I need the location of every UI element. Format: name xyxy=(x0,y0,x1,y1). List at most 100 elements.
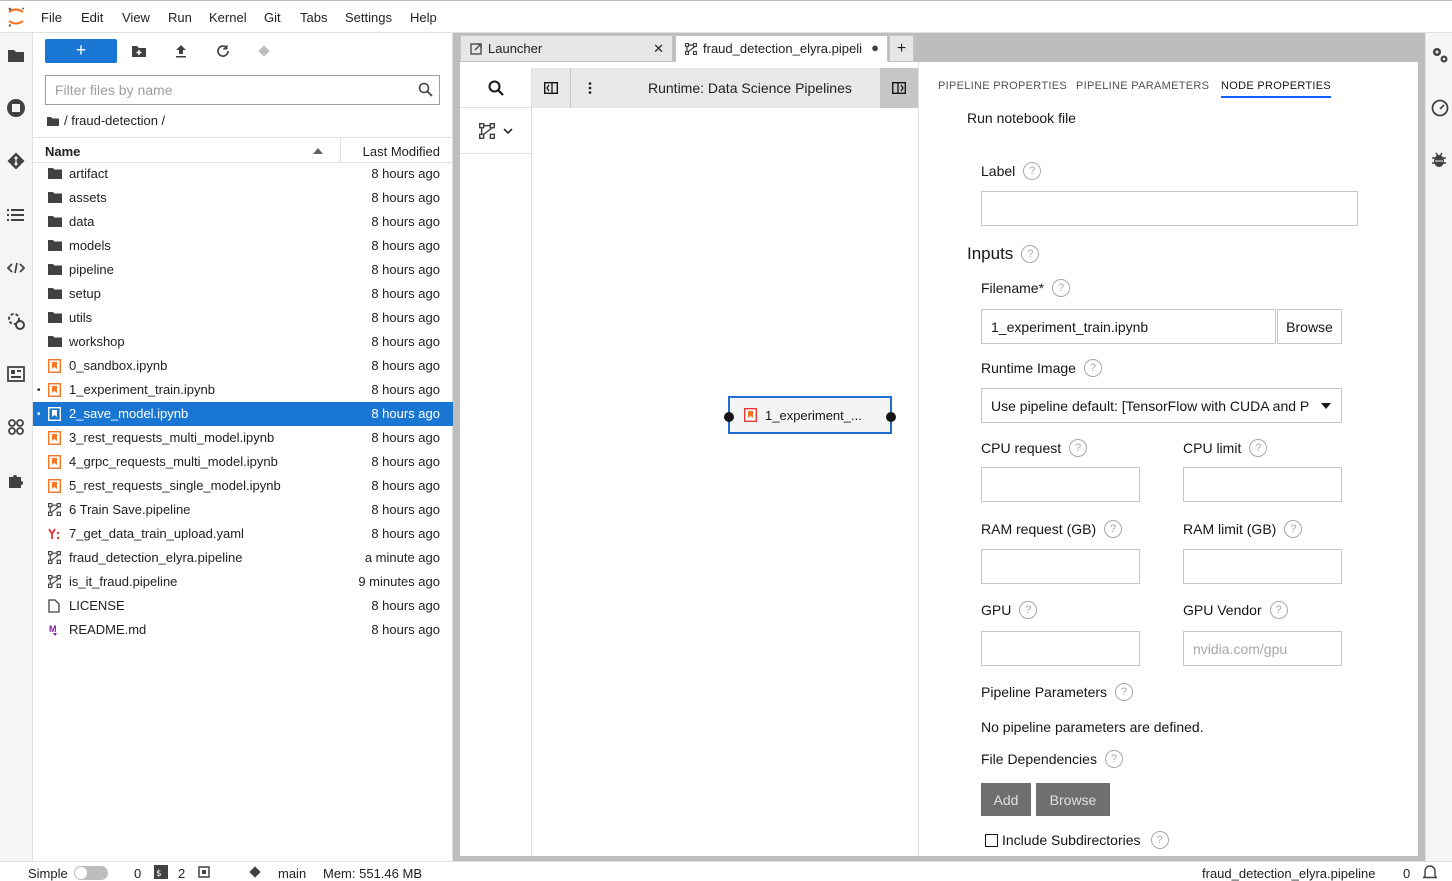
palette-category-dropdown[interactable] xyxy=(460,108,531,154)
help-icon[interactable]: ? xyxy=(1150,831,1169,849)
help-icon[interactable]: ? xyxy=(1115,683,1134,701)
tab-pipeline-properties[interactable]: PIPELINE PROPERTIES xyxy=(938,80,1067,92)
property-inspector-icon[interactable] xyxy=(1431,46,1449,64)
filter-files-field[interactable] xyxy=(45,75,440,105)
running-icon[interactable] xyxy=(4,96,28,120)
include-subdirectories-checkbox[interactable] xyxy=(985,833,998,847)
help-icon[interactable]: ? xyxy=(1284,520,1303,538)
sort-ascending-icon[interactable] xyxy=(313,148,323,154)
file-row[interactable]: assets 8 hours ago xyxy=(33,186,453,210)
table-of-contents-icon[interactable] xyxy=(4,203,28,227)
filename-browse-button[interactable]: Browse xyxy=(1277,309,1342,344)
include-subdirectories-option[interactable]: Include Subdirectories ? xyxy=(985,831,1169,849)
filename-input[interactable]: 1_experiment_train.ipynb xyxy=(981,309,1276,344)
home-folder-icon[interactable] xyxy=(47,116,59,126)
column-separator[interactable] xyxy=(340,138,341,162)
file-row[interactable]: pipeline 8 hours ago xyxy=(33,258,453,282)
help-icon[interactable]: ? xyxy=(1069,439,1088,457)
resource-usage-icon[interactable] xyxy=(1431,99,1449,117)
menu-git[interactable]: Git xyxy=(264,10,281,25)
help-icon[interactable]: ? xyxy=(1019,601,1038,619)
ram-request-input[interactable] xyxy=(981,549,1140,584)
toggle-palette-icon[interactable] xyxy=(532,68,570,108)
notification-count[interactable]: 0 xyxy=(1403,866,1410,881)
kernel-count[interactable]: 0 xyxy=(134,866,141,881)
menu-kernel[interactable]: Kernel xyxy=(209,10,247,25)
gpu-vendor-input[interactable]: nvidia.com/gpu xyxy=(1183,631,1342,666)
close-tab-icon[interactable]: ✕ xyxy=(653,41,664,57)
file-row[interactable]: data 8 hours ago xyxy=(33,210,453,234)
file-row[interactable]: fraud_detection_elyra.pipeline a minute a… xyxy=(33,546,453,570)
folder-icon[interactable] xyxy=(4,43,28,67)
file-row[interactable]: setup 8 hours ago xyxy=(33,282,453,306)
help-icon[interactable]: ? xyxy=(1083,359,1102,377)
help-icon[interactable]: ? xyxy=(1023,162,1042,180)
runtimes-icon[interactable] xyxy=(4,309,28,333)
file-row[interactable]: models 8 hours ago xyxy=(33,234,453,258)
file-row[interactable]: workshop 8 hours ago xyxy=(33,330,453,354)
cpu-request-input[interactable] xyxy=(981,467,1140,502)
refresh-icon[interactable] xyxy=(210,40,236,62)
menu-settings[interactable]: Settings xyxy=(345,10,392,25)
file-row[interactable]: 5_rest_requests_single_model.ipynb 8 hour… xyxy=(33,474,453,498)
filter-files-input[interactable] xyxy=(46,76,406,104)
help-icon[interactable]: ? xyxy=(1104,750,1123,768)
file-row[interactable]: 7_get_data_train_upload.yaml 8 hours ago xyxy=(33,522,453,546)
file-row[interactable]: 0_sandbox.ipynb 8 hours ago xyxy=(33,354,453,378)
tab-node-properties[interactable]: NODE PROPERTIES xyxy=(1221,80,1332,98)
git-clone-icon[interactable] xyxy=(251,40,277,62)
help-icon[interactable]: ? xyxy=(1104,520,1123,538)
simple-mode-toggle[interactable] xyxy=(74,866,108,880)
tab-fraud-detection-pipeline[interactable]: fraud_detection_elyra.pipeli ● xyxy=(675,35,888,62)
file-row[interactable]: is_it_fraud.pipeline 9 minutes ago xyxy=(33,570,453,594)
help-icon[interactable]: ? xyxy=(1052,279,1071,297)
extensions-icon[interactable] xyxy=(4,468,28,492)
terminal-count[interactable]: 2 xyxy=(178,866,185,881)
menu-run[interactable]: Run xyxy=(168,10,192,25)
breadcrumb-path[interactable]: / fraud-detection / xyxy=(64,113,165,128)
file-row[interactable]: • 2_save_model.ipynb 8 hours ago xyxy=(33,402,453,426)
git-branch-name[interactable]: main xyxy=(278,866,306,881)
unsaved-indicator-icon[interactable]: ● xyxy=(871,40,879,55)
file-row[interactable]: utils 8 hours ago xyxy=(33,306,453,330)
git-icon[interactable] xyxy=(4,149,28,173)
file-row[interactable]: • 1_experiment_train.ipynb 8 hours ago xyxy=(33,378,453,402)
upload-icon[interactable] xyxy=(168,40,194,62)
label-input[interactable] xyxy=(981,191,1358,226)
column-name-header[interactable]: Name xyxy=(45,144,80,159)
column-modified-header[interactable]: Last Modified xyxy=(363,144,440,159)
gpu-input[interactable] xyxy=(981,631,1140,666)
overflow-menu-icon[interactable] xyxy=(578,68,602,108)
menu-view[interactable]: View xyxy=(122,10,150,25)
tab-launcher[interactable]: Launcher ✕ xyxy=(460,35,673,62)
menu-help[interactable]: Help xyxy=(410,10,437,25)
file-row[interactable]: M README.md 8 hours ago xyxy=(33,618,453,642)
components-icon[interactable] xyxy=(4,415,28,439)
menu-tabs[interactable]: Tabs xyxy=(300,10,327,25)
input-port[interactable] xyxy=(724,412,734,422)
menu-file[interactable]: File xyxy=(41,10,62,25)
file-row[interactable]: 6 Train Save.pipeline 8 hours ago xyxy=(33,498,453,522)
file-row[interactable]: 3_rest_requests_multi_model.ipynb 8 hours… xyxy=(33,426,453,450)
runtime-image-select[interactable]: Use pipeline default: [TensorFlow with C… xyxy=(981,388,1342,423)
help-icon[interactable]: ? xyxy=(1249,439,1268,457)
file-row[interactable]: 4_grpc_requests_multi_model.ipynb 8 hours… xyxy=(33,450,453,474)
menu-edit[interactable]: Edit xyxy=(81,10,103,25)
debugger-icon[interactable] xyxy=(1431,151,1449,169)
file-row[interactable]: artifact 8 hours ago xyxy=(33,162,453,186)
bell-icon[interactable] xyxy=(1423,864,1437,880)
toggle-properties-panel-icon[interactable] xyxy=(880,68,918,108)
file-row[interactable]: LICENSE 8 hours ago xyxy=(33,594,453,618)
runtime-images-icon[interactable] xyxy=(4,362,28,386)
new-launcher-button[interactable]: + xyxy=(45,39,117,63)
cpu-limit-input[interactable] xyxy=(1183,467,1342,502)
ram-limit-input[interactable] xyxy=(1183,549,1342,584)
pipeline-node[interactable]: 1_experiment_... xyxy=(724,396,896,434)
output-port[interactable] xyxy=(886,412,896,422)
browse-dependency-button[interactable]: Browse xyxy=(1036,783,1110,816)
breadcrumb[interactable]: / fraud-detection / xyxy=(47,113,165,128)
palette-search-icon[interactable] xyxy=(460,68,531,108)
help-icon[interactable]: ? xyxy=(1021,245,1040,263)
new-folder-icon[interactable] xyxy=(126,40,152,62)
tab-pipeline-parameters[interactable]: PIPELINE PARAMETERS xyxy=(1076,80,1209,92)
